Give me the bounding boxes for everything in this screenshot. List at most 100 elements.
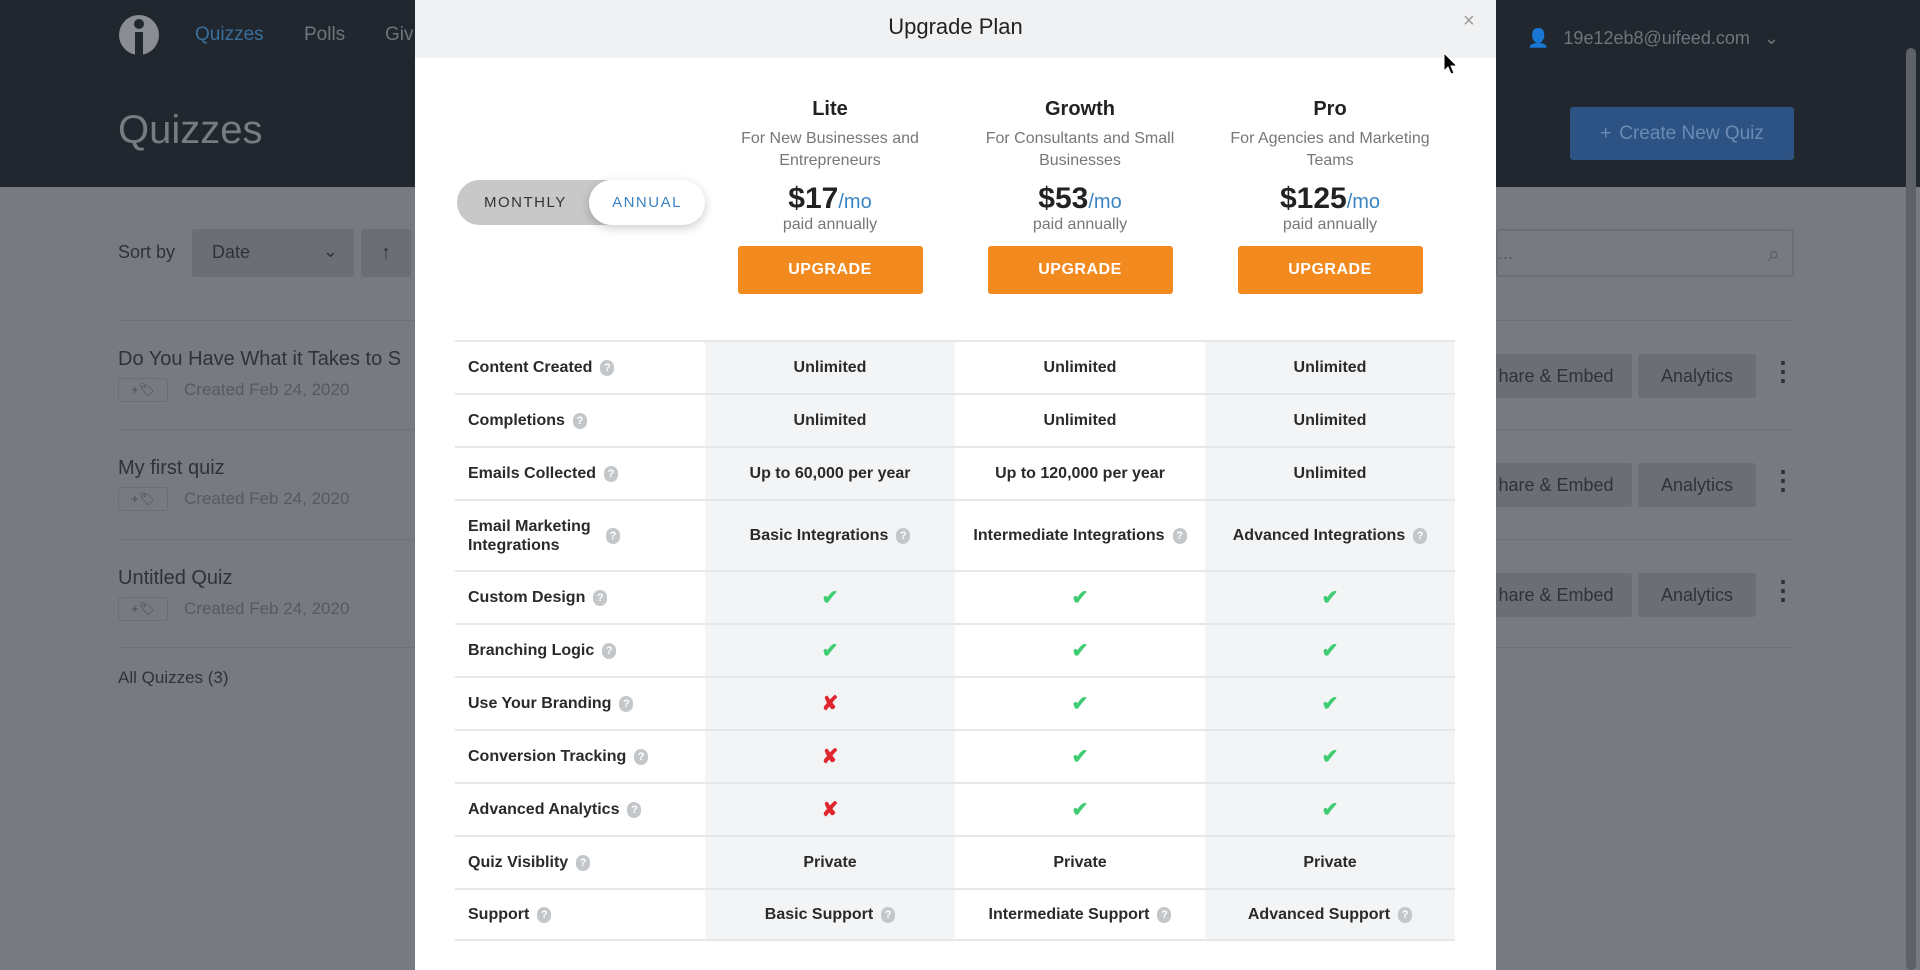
more-options-icon[interactable]: ⋮	[1770, 575, 1796, 606]
quiz-created-date: Created Feb 24, 2020	[184, 489, 350, 508]
help-icon[interactable]: ?	[881, 906, 896, 923]
feature-row: Conversion Tracking? ✘ ✔ ✔	[455, 729, 1455, 782]
help-icon[interactable]: ?	[1413, 527, 1428, 544]
feature-name: Use Your Branding	[468, 694, 612, 712]
help-icon[interactable]: ?	[634, 748, 649, 765]
add-tag-button[interactable]: +🏷	[118, 487, 168, 511]
more-options-icon[interactable]: ⋮	[1770, 465, 1796, 496]
search-placeholder: ...	[1498, 243, 1514, 263]
help-icon[interactable]: ?	[572, 412, 587, 429]
monthly-option[interactable]: MONTHLY	[484, 194, 567, 211]
user-menu[interactable]: 👤 19e12eb8@uifeed.com ⌄	[1527, 28, 1779, 49]
help-icon[interactable]: ?	[896, 527, 911, 544]
more-options-icon[interactable]: ⋮	[1770, 356, 1796, 387]
help-icon[interactable]: ?	[1157, 906, 1172, 923]
feature-row: Branching Logic? ✔ ✔ ✔	[455, 623, 1455, 676]
feature-row: Custom Design? ✔ ✔ ✔	[455, 570, 1455, 623]
feature-cell: Unlimited	[1205, 448, 1455, 499]
annual-option[interactable]: ANNUAL	[589, 180, 705, 225]
add-tag-button[interactable]: +🏷	[118, 378, 168, 402]
nav-giveaways[interactable]: Giv	[385, 24, 414, 46]
help-icon[interactable]: ?	[593, 589, 608, 606]
feature-value: Intermediate Support	[988, 905, 1150, 923]
quiz-title[interactable]: My first quiz	[118, 457, 225, 480]
quiz-title[interactable]: Do You Have What it Takes to S	[118, 348, 401, 371]
feature-cell: ✔	[1205, 572, 1455, 623]
sort-label: Sort by	[118, 242, 176, 262]
feature-name: Email Marketing Integrations	[468, 517, 591, 554]
nav-quizzes[interactable]: Quizzes	[195, 24, 264, 46]
analytics-button[interactable]: Analytics	[1638, 573, 1756, 617]
feature-value: Unlimited	[793, 358, 867, 376]
feature-label: Content Created?	[455, 342, 705, 393]
upgrade-button[interactable]: UPGRADE	[737, 246, 923, 294]
help-icon[interactable]: ?	[600, 359, 615, 376]
cross-icon: ✘	[821, 746, 839, 768]
all-quizzes-link[interactable]: All Quizzes (3)	[118, 668, 229, 688]
sort-direction-button[interactable]: ↑	[361, 229, 411, 277]
feature-value: Up to 120,000 per year	[995, 464, 1165, 482]
feature-value: Unlimited	[793, 411, 867, 429]
quiz-title[interactable]: Untitled Quiz	[118, 567, 233, 590]
help-icon[interactable]: ?	[619, 695, 634, 712]
analytics-button[interactable]: Analytics	[1638, 354, 1756, 398]
check-icon: ✔	[1321, 587, 1339, 609]
help-icon[interactable]: ?	[602, 642, 617, 659]
share-embed-button[interactable]: hare & Embed	[1480, 573, 1632, 617]
page-title: Quizzes	[118, 108, 263, 152]
sort-value: Date	[212, 242, 251, 262]
feature-value: Advanced Support	[1247, 905, 1391, 923]
logo-icon[interactable]	[118, 14, 160, 60]
feature-cell: Up to 120,000 per year	[955, 448, 1205, 499]
check-icon: ✔	[1071, 799, 1089, 821]
plan-name: Pro	[1313, 98, 1347, 120]
feature-cell: Unlimited	[705, 342, 955, 393]
feature-value: Intermediate Integrations	[973, 526, 1165, 544]
scrollbar[interactable]	[1906, 48, 1916, 970]
help-icon[interactable]: ?	[537, 906, 552, 923]
plan-description: For Consultants and Small Businesses	[985, 130, 1175, 169]
feature-row: Email Marketing Integrations? Basic Integ…	[455, 499, 1455, 570]
cross-icon: ✘	[821, 799, 839, 821]
help-icon[interactable]: ?	[604, 465, 619, 482]
arrow-up-icon: ↑	[381, 242, 391, 264]
feature-value: Private	[803, 853, 857, 871]
analytics-button[interactable]: Analytics	[1638, 463, 1756, 507]
feature-label: Email Marketing Integrations?	[455, 501, 705, 570]
feature-value: Unlimited	[1293, 358, 1367, 376]
help-icon[interactable]: ?	[1172, 527, 1187, 544]
feature-cell: ✘	[705, 678, 955, 729]
user-email: 19e12eb8@uifeed.com	[1563, 28, 1750, 48]
help-icon[interactable]: ?	[627, 801, 642, 818]
share-embed-button[interactable]: hare & Embed	[1480, 354, 1632, 398]
upgrade-button[interactable]: UPGRADE	[1237, 246, 1423, 294]
close-icon[interactable]: ×	[1463, 10, 1475, 33]
chevron-down-icon: ⌄	[322, 241, 338, 261]
feature-cell: Unlimited	[1205, 395, 1455, 446]
feature-cell: ✘	[705, 731, 955, 782]
price-value: $125	[1279, 182, 1347, 215]
feature-cell: ✔	[955, 784, 1205, 835]
plan-growth: Growth For Consultants and Small Busines…	[955, 98, 1205, 294]
plan-description: For Agencies and Marketing Teams	[1230, 130, 1430, 169]
search-icon[interactable]: ⌕	[1768, 241, 1780, 267]
billing-toggle[interactable]: MONTHLY ANNUAL	[457, 180, 705, 225]
feature-cell: ✔	[705, 572, 955, 623]
search-input[interactable]: ... ⌕	[1496, 229, 1794, 277]
help-icon[interactable]: ?	[1398, 906, 1413, 923]
help-icon[interactable]: ?	[576, 854, 591, 871]
price-period: /mo	[1088, 191, 1122, 213]
feature-cell: Unlimited	[1205, 342, 1455, 393]
add-tag-button[interactable]: +🏷	[118, 597, 168, 621]
feature-cell: ✔	[1205, 678, 1455, 729]
sort-select[interactable]: Date ⌄	[192, 229, 354, 277]
share-embed-button[interactable]: hare & Embed	[1480, 463, 1632, 507]
create-new-quiz-button[interactable]: + Create New Quiz	[1570, 107, 1794, 160]
upgrade-button[interactable]: UPGRADE	[987, 246, 1173, 294]
feature-cell: Private	[705, 837, 955, 888]
nav-polls[interactable]: Polls	[304, 24, 345, 46]
feature-cell: Private	[955, 837, 1205, 888]
feature-row: Support? Basic Support? Intermediate Suppo…	[455, 888, 1455, 941]
help-icon[interactable]: ?	[606, 527, 620, 544]
tag-icon: 🏷	[138, 491, 156, 506]
